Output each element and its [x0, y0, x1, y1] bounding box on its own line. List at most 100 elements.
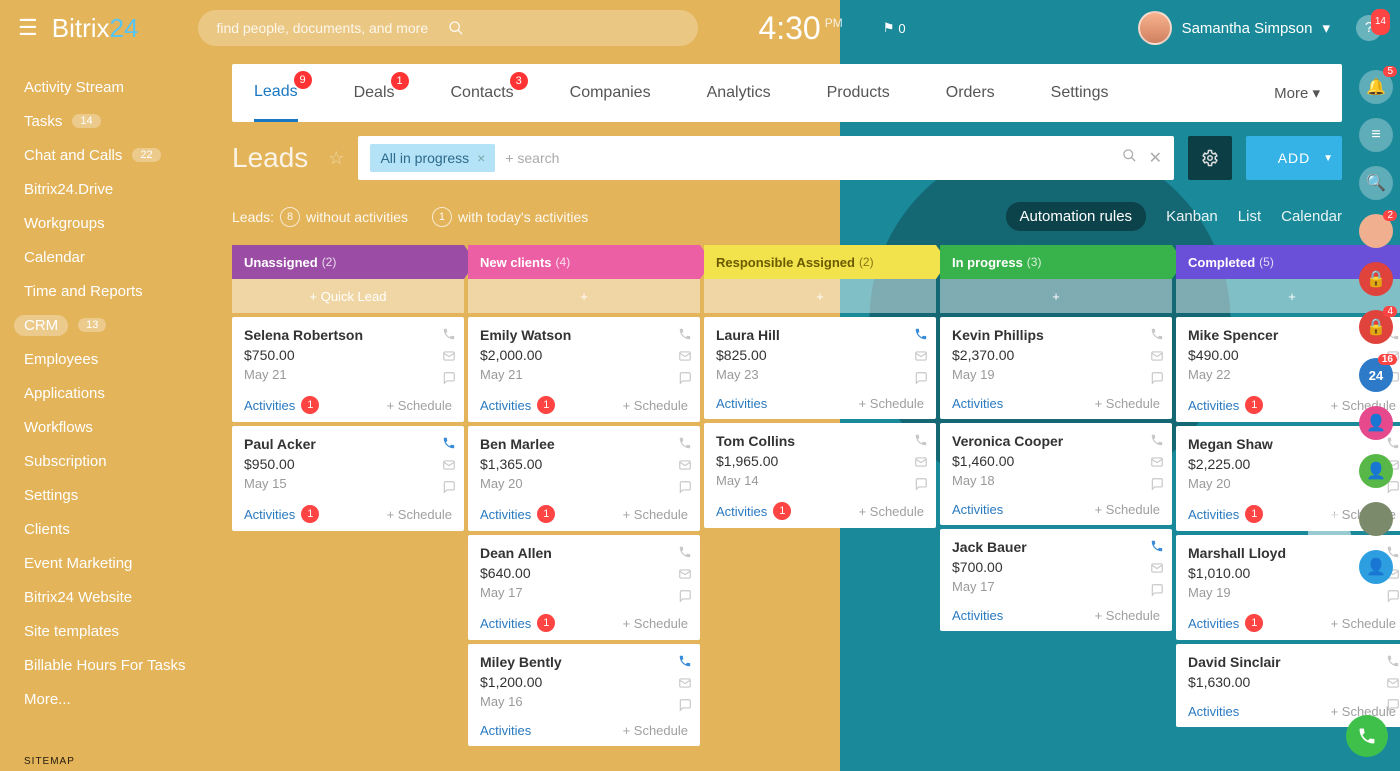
tab[interactable]: Analytics — [707, 66, 771, 120]
sidebar-item[interactable]: Tasks14 — [24, 104, 218, 138]
rail-bell-icon[interactable]: 🔔5 — [1359, 70, 1393, 104]
schedule-link[interactable]: + Schedule — [859, 396, 924, 411]
schedule-link[interactable]: + Schedule — [387, 398, 452, 413]
sidebar-item[interactable]: Chat and Calls22 — [24, 138, 218, 172]
rail-person-icon[interactable]: 👤 — [1359, 550, 1393, 584]
activities-link[interactable]: Activities — [480, 723, 531, 738]
rail-avatar-icon[interactable]: 2 — [1359, 214, 1393, 248]
rail-search-icon[interactable]: 🔍 — [1359, 166, 1393, 200]
menu-icon[interactable]: ☰ — [18, 15, 38, 41]
mail-icon[interactable] — [1150, 455, 1164, 469]
schedule-link[interactable]: + Schedule — [859, 504, 924, 519]
chat-icon[interactable] — [914, 371, 928, 385]
schedule-link[interactable]: + Schedule — [623, 507, 688, 522]
filter-chip[interactable]: All in progress × — [370, 144, 495, 172]
sidebar-item[interactable]: Workflows — [24, 410, 218, 444]
mail-icon[interactable] — [1386, 676, 1400, 690]
mail-icon[interactable] — [914, 349, 928, 363]
global-search[interactable]: find people, documents, and more — [198, 10, 698, 46]
sidebar-item[interactable]: More... — [24, 682, 218, 716]
sidebar-item[interactable]: Clients — [24, 512, 218, 546]
user-menu[interactable]: Samantha Simpson ▾ — [1138, 11, 1330, 45]
tab[interactable]: Leads9 — [254, 65, 298, 122]
remove-chip-icon[interactable]: × — [477, 150, 485, 166]
lead-card[interactable]: Miley Bently$1,200.00May 16Activities+ S… — [468, 644, 700, 746]
lead-card[interactable]: Laura Hill$825.00May 23Activities+ Sched… — [704, 317, 936, 419]
phone-icon[interactable] — [1150, 327, 1164, 341]
rail-person-icon[interactable]: 👤 — [1359, 454, 1393, 488]
lead-card[interactable]: Ben Marlee$1,365.00May 20Activities1+ Sc… — [468, 426, 700, 531]
sidebar-item[interactable]: Activity Stream — [24, 70, 218, 104]
schedule-link[interactable]: + Schedule — [623, 398, 688, 413]
tab[interactable]: Contacts3 — [451, 66, 514, 120]
help-button[interactable]: ? 14 — [1356, 15, 1382, 41]
sidebar-item[interactable]: CRM13 — [24, 308, 218, 342]
stats-today-count[interactable]: 1 — [432, 207, 452, 227]
schedule-link[interactable]: + Schedule — [623, 723, 688, 738]
rail-person-icon[interactable]: 👤 — [1359, 406, 1393, 440]
view-list[interactable]: List — [1238, 208, 1261, 225]
phone-icon[interactable] — [1386, 654, 1400, 668]
lead-card[interactable]: Emily Watson$2,000.00May 21Activities1+ … — [468, 317, 700, 422]
mail-icon[interactable] — [678, 567, 692, 581]
column-header[interactable]: Unassigned(2) — [232, 245, 464, 279]
phone-icon[interactable] — [678, 545, 692, 559]
sidebar-item[interactable]: Site templates — [24, 614, 218, 648]
tab[interactable]: Companies — [570, 66, 651, 120]
tab[interactable]: Deals1 — [354, 66, 395, 120]
schedule-link[interactable]: + Schedule — [1095, 396, 1160, 411]
activities-link[interactable]: Activities — [244, 398, 295, 413]
lead-card[interactable]: Tom Collins$1,965.00May 14Activities1+ S… — [704, 423, 936, 528]
chat-icon[interactable] — [678, 698, 692, 712]
view-calendar[interactable]: Calendar — [1281, 208, 1342, 225]
tab[interactable]: Products — [827, 66, 890, 120]
quick-add[interactable]: + — [940, 279, 1172, 313]
sidebar-item[interactable]: Billable Hours For Tasks — [24, 648, 218, 682]
mail-icon[interactable] — [914, 455, 928, 469]
view-kanban[interactable]: Kanban — [1166, 208, 1218, 225]
schedule-link[interactable]: + Schedule — [1095, 608, 1160, 623]
settings-button[interactable] — [1188, 136, 1232, 180]
lead-card[interactable]: Jack Bauer$700.00May 17Activities+ Sched… — [940, 529, 1172, 631]
filter-box[interactable]: All in progress × + search ✕ — [358, 136, 1174, 180]
chat-icon[interactable] — [1386, 698, 1400, 712]
rail-24-icon[interactable]: 2416 — [1359, 358, 1393, 392]
sidebar-item[interactable]: Settings — [24, 478, 218, 512]
mail-icon[interactable] — [442, 458, 456, 472]
sitemap-link[interactable]: SITEMAP — [24, 756, 75, 767]
mail-icon[interactable] — [1150, 349, 1164, 363]
mail-icon[interactable] — [678, 676, 692, 690]
quick-add[interactable]: + — [468, 279, 700, 313]
phone-icon[interactable] — [442, 436, 456, 450]
rail-lines-icon[interactable]: ≡ — [1359, 118, 1393, 152]
chat-icon[interactable] — [1386, 589, 1400, 603]
favorite-icon[interactable]: ☆ — [328, 148, 344, 169]
schedule-link[interactable]: + Schedule — [1095, 502, 1160, 517]
activities-link[interactable]: Activities — [480, 616, 531, 631]
phone-icon[interactable] — [442, 327, 456, 341]
chevron-down-icon[interactable]: ▼ — [1323, 153, 1334, 164]
automation-rules-button[interactable]: Automation rules — [1006, 202, 1147, 231]
sidebar-item[interactable]: Calendar — [24, 240, 218, 274]
phone-icon[interactable] — [1150, 539, 1164, 553]
column-header[interactable]: In progress(3) — [940, 245, 1172, 279]
rail-lock-icon[interactable]: 🔒 — [1359, 262, 1393, 296]
chat-icon[interactable] — [1150, 477, 1164, 491]
sidebar-item[interactable]: Employees — [24, 342, 218, 376]
sidebar-item[interactable]: Subscription — [24, 444, 218, 478]
sidebar-item[interactable]: Event Marketing — [24, 546, 218, 580]
sidebar-item[interactable]: Workgroups — [24, 206, 218, 240]
search-icon[interactable] — [1122, 148, 1137, 168]
notifications-flag[interactable]: ⚑ 0 — [883, 20, 906, 36]
phone-icon[interactable] — [914, 433, 928, 447]
chat-icon[interactable] — [1150, 371, 1164, 385]
activities-link[interactable]: Activities — [716, 504, 767, 519]
mail-icon[interactable] — [1150, 561, 1164, 575]
column-header[interactable]: New clients(4) — [468, 245, 700, 279]
activities-link[interactable]: Activities — [952, 396, 1003, 411]
mail-icon[interactable] — [442, 349, 456, 363]
stats-without-count[interactable]: 8 — [280, 207, 300, 227]
chat-icon[interactable] — [442, 480, 456, 494]
activities-link[interactable]: Activities — [244, 507, 295, 522]
chat-icon[interactable] — [442, 371, 456, 385]
